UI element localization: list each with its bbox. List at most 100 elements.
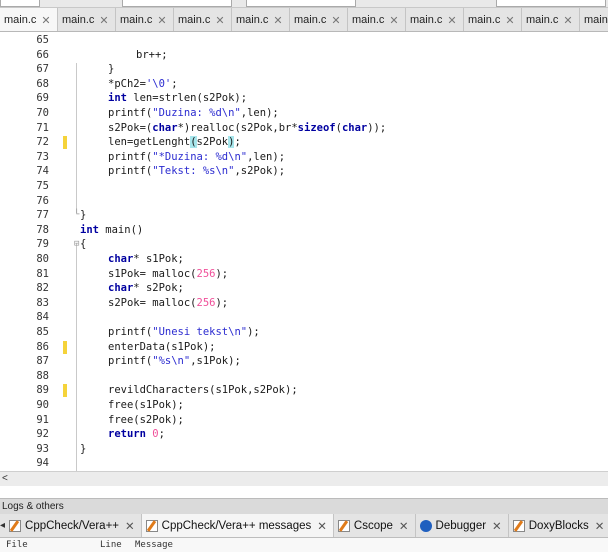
close-tab-icon[interactable]: ✕ bbox=[505, 14, 514, 27]
code-line[interactable]: 85 printf("Unesi tekst\n"); bbox=[0, 325, 608, 340]
line-number[interactable]: 82 bbox=[0, 281, 49, 296]
line-number[interactable]: 83 bbox=[0, 296, 49, 311]
toolbar-combo[interactable] bbox=[246, 0, 356, 7]
line-number[interactable]: 76 bbox=[0, 194, 49, 209]
editor-tab[interactable]: main.c ✕ bbox=[232, 8, 290, 31]
code-line[interactable]: 78 int main() bbox=[0, 223, 608, 238]
fold-marker-icon[interactable]: ⊟ bbox=[74, 237, 79, 252]
close-tab-icon[interactable]: ✕ bbox=[492, 519, 502, 533]
column-file[interactable]: File bbox=[6, 540, 28, 550]
editor-tab[interactable]: main.c ✕ bbox=[348, 8, 406, 31]
editor-tab[interactable]: main.c ✕ bbox=[464, 8, 522, 31]
column-line[interactable]: Line bbox=[100, 540, 122, 550]
line-number[interactable]: 89 bbox=[0, 383, 49, 398]
line-number[interactable]: 84 bbox=[0, 310, 49, 325]
code-line[interactable]: 84 bbox=[0, 310, 608, 325]
close-tab-icon[interactable]: ✕ bbox=[41, 14, 50, 27]
toolbar-combo[interactable] bbox=[496, 0, 606, 7]
code-line[interactable]: 69 int len=strlen(s2Pok); bbox=[0, 91, 608, 106]
code-line[interactable]: 79 ⊟{ bbox=[0, 237, 608, 252]
line-number[interactable]: 90 bbox=[0, 398, 49, 413]
close-tab-icon[interactable]: ✕ bbox=[595, 519, 605, 533]
line-number[interactable]: 70 bbox=[0, 106, 49, 121]
code-line[interactable]: 87 printf("%s\n",s1Pok); bbox=[0, 354, 608, 369]
line-number[interactable]: 69 bbox=[0, 91, 49, 106]
line-number[interactable]: 67 bbox=[0, 62, 49, 77]
code-line[interactable]: 68 *pCh2='\0'; bbox=[0, 77, 608, 92]
line-number[interactable]: 92 bbox=[0, 427, 49, 442]
editor-tab[interactable]: main.c ✕ bbox=[406, 8, 464, 31]
close-tab-icon[interactable]: ✕ bbox=[317, 519, 327, 533]
code-line[interactable]: 70 printf("Duzina: %d\n",len); bbox=[0, 106, 608, 121]
code-line[interactable]: 80 char* s1Pok; bbox=[0, 252, 608, 267]
line-number[interactable]: 75 bbox=[0, 179, 49, 194]
close-tab-icon[interactable]: ✕ bbox=[157, 14, 166, 27]
editor-tab[interactable]: main.c ✕ bbox=[290, 8, 348, 31]
line-number[interactable]: 86 bbox=[0, 340, 49, 355]
close-tab-icon[interactable]: ✕ bbox=[99, 14, 108, 27]
code-line[interactable]: 92 return 0; bbox=[0, 427, 608, 442]
logs-tab[interactable]: DoxyBlocks ✕ bbox=[509, 514, 608, 537]
line-number[interactable]: 77 bbox=[0, 208, 49, 223]
line-number[interactable]: 66 bbox=[0, 48, 49, 63]
code-line[interactable]: 74 printf("Tekst: %s\n",s2Pok); bbox=[0, 164, 608, 179]
editor-tab[interactable]: main.c ✕ bbox=[0, 8, 58, 31]
close-tab-icon[interactable]: ✕ bbox=[563, 14, 572, 27]
code-line[interactable]: 86 enterData(s1Pok); bbox=[0, 340, 608, 355]
code-editor[interactable]: 65 66 br++; 67} 68 *pCh2='\0'; 69 int len=strle… bbox=[0, 33, 608, 471]
code-line[interactable]: 77 └} bbox=[0, 208, 608, 223]
code-line[interactable]: 73 printf("*Duzina: %d\n",len); bbox=[0, 150, 608, 165]
code-line[interactable]: 67} bbox=[0, 62, 608, 77]
line-number[interactable]: 91 bbox=[0, 413, 49, 428]
scroll-left-icon[interactable]: < bbox=[2, 473, 8, 484]
close-tab-icon[interactable]: ✕ bbox=[399, 519, 409, 533]
line-number[interactable]: 78 bbox=[0, 223, 49, 238]
line-number[interactable]: 87 bbox=[0, 354, 49, 369]
editor-tab[interactable]: main.c ✕ bbox=[522, 8, 580, 31]
line-number[interactable]: 68 bbox=[0, 77, 49, 92]
code-line[interactable]: 66 br++; bbox=[0, 48, 608, 63]
toolbar-combo[interactable] bbox=[122, 0, 232, 7]
horizontal-scrollbar[interactable]: < bbox=[0, 471, 608, 486]
code-line[interactable]: 90 free(s1Pok); bbox=[0, 398, 608, 413]
line-number[interactable]: 80 bbox=[0, 252, 49, 267]
logs-tab[interactable]: Debugger ✕ bbox=[416, 514, 509, 537]
fold-marker-icon[interactable]: └ bbox=[74, 208, 79, 223]
line-number[interactable]: 71 bbox=[0, 121, 49, 136]
code-line[interactable]: 82 char* s2Pok; bbox=[0, 281, 608, 296]
line-number[interactable]: 85 bbox=[0, 325, 49, 340]
editor-tab[interactable]: main.c ✕ bbox=[116, 8, 174, 31]
close-tab-icon[interactable]: ✕ bbox=[215, 14, 224, 27]
line-number[interactable]: 88 bbox=[0, 369, 49, 384]
editor-tab[interactable]: main.c ✕ bbox=[174, 8, 232, 31]
code-line[interactable]: 71 s2Pok=(char*)realloc(s2Pok,br*sizeof(c… bbox=[0, 121, 608, 136]
line-number[interactable]: 74 bbox=[0, 164, 49, 179]
close-tab-icon[interactable]: ✕ bbox=[389, 14, 398, 27]
logs-tab[interactable]: CppCheck/Vera++ ✕ bbox=[5, 514, 142, 537]
editor-tab[interactable]: main.c ✕ bbox=[58, 8, 116, 31]
line-number[interactable]: 73 bbox=[0, 150, 49, 165]
code-line[interactable]: 89 revildCharacters(s1Pok,s2Pok); bbox=[0, 383, 608, 398]
line-number[interactable]: 81 bbox=[0, 267, 49, 282]
close-tab-icon[interactable]: ✕ bbox=[125, 519, 135, 533]
line-number[interactable]: 65 bbox=[0, 33, 49, 48]
code-line[interactable]: 72 len=getLenght(s2Pok); bbox=[0, 135, 608, 150]
close-tab-icon[interactable]: ✕ bbox=[331, 14, 340, 27]
close-tab-icon[interactable]: ✕ bbox=[273, 14, 282, 27]
code-line[interactable]: 91 free(s2Pok); bbox=[0, 413, 608, 428]
line-number[interactable]: 94 bbox=[0, 456, 49, 471]
code-line[interactable]: 93} bbox=[0, 442, 608, 457]
code-line[interactable]: 81 s1Pok= malloc(256); bbox=[0, 267, 608, 282]
logs-tab[interactable]: CppCheck/Vera++ messages ✕ bbox=[141, 514, 334, 537]
code-line[interactable]: 75 bbox=[0, 179, 608, 194]
editor-tab[interactable]: main. bbox=[580, 8, 608, 31]
logs-tab[interactable]: Cscope ✕ bbox=[334, 514, 416, 537]
code-line[interactable]: 65 bbox=[0, 33, 608, 48]
code-line[interactable]: 76 bbox=[0, 194, 608, 209]
line-number[interactable]: 79 bbox=[0, 237, 49, 252]
code-line[interactable]: 94 bbox=[0, 456, 608, 471]
toolbar-combo[interactable] bbox=[0, 0, 40, 7]
column-message[interactable]: Message bbox=[135, 540, 173, 550]
line-number[interactable]: 93 bbox=[0, 442, 49, 457]
close-tab-icon[interactable]: ✕ bbox=[447, 14, 456, 27]
